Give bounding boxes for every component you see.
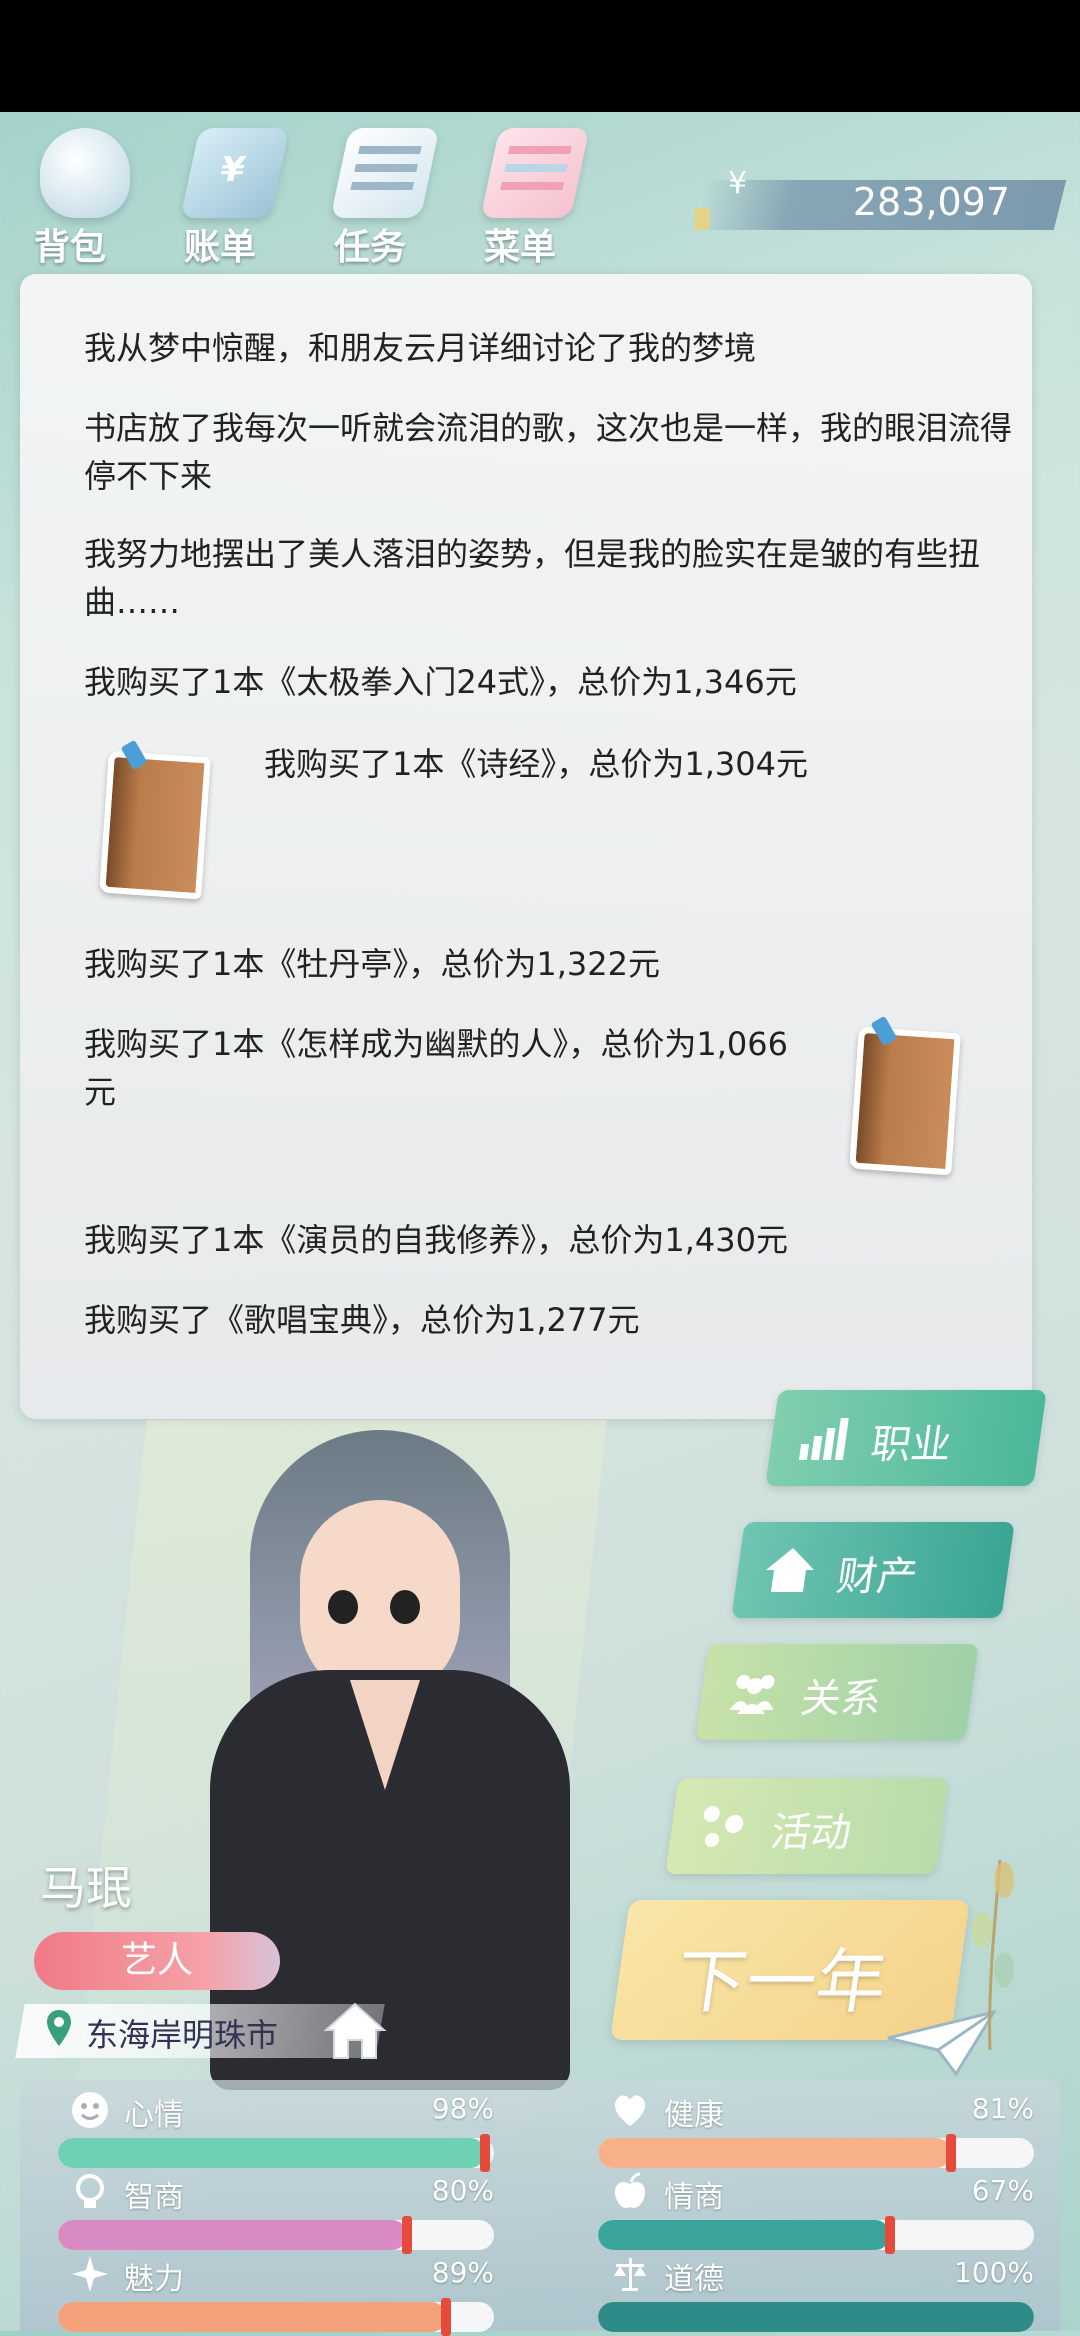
stat-knob — [401, 2216, 412, 2254]
event-line: 书店放了我每次一听就会流泪的歌，这次也是一样，我的眼泪流得停不下来 — [84, 409, 1013, 495]
stat-morality: 道德 100% — [598, 2250, 1034, 2332]
nav-task-button[interactable]: 任务 — [300, 122, 440, 272]
event-line: 我购买了1本《牡丹亭》，总价为1,322元 — [84, 945, 660, 983]
location-text: 东海岸明珠市 — [86, 2016, 279, 2054]
nav-menu-label: 菜单 — [484, 227, 557, 268]
status-bar — [0, 0, 1080, 112]
nav-menu-button[interactable]: 菜单 — [450, 122, 590, 272]
nav-bill-label: 账单 — [184, 227, 257, 268]
stat-knob — [480, 2134, 491, 2172]
stat-eq: 情商 67% — [598, 2168, 1034, 2254]
smile-icon — [72, 2092, 108, 2128]
menu-icon — [480, 128, 590, 218]
activity-button[interactable]: 活动 — [665, 1778, 949, 1874]
assets-label: 财产 — [833, 1554, 921, 1600]
bag-icon — [40, 128, 130, 218]
stat-fill — [598, 2138, 952, 2168]
event-line: 我购买了《歌唱宝典》，总价为1,277元 — [84, 1301, 640, 1339]
task-icon — [330, 128, 440, 218]
home-icon[interactable] — [322, 2000, 388, 2062]
character-name: 马珉 — [40, 1861, 132, 1915]
location-pin-icon — [47, 2010, 71, 2046]
bulb-icon — [76, 2174, 104, 2208]
event-line: 我购买了1本《太极拳入门24式》，总价为1,346元 — [84, 663, 797, 701]
event-line: 我购买了1本《怎样成为幽默的人》，总价为1,066元 — [84, 1025, 788, 1111]
stat-iq: 智商 80% — [58, 2168, 494, 2254]
apple-icon — [614, 2172, 646, 2208]
event-log-panel[interactable]: 我从梦中惊醒，和朋友云月详细讨论了我的梦境 书店放了我每次一听就会流泪的歌，这次… — [20, 274, 1032, 1419]
activity-label: 活动 — [767, 1810, 855, 1856]
assets-button[interactable]: 财产 — [731, 1522, 1015, 1618]
leaf-decoration-icon — [972, 1859, 1014, 2050]
relation-label: 关系 — [797, 1676, 885, 1722]
event-line: 我努力地摆出了美人落泪的姿势，但是我的脸实在是皱的有些扭曲…… — [84, 535, 981, 621]
nav-task-label: 任务 — [334, 227, 407, 268]
stat-charm: 魅力 89% — [58, 2250, 494, 2336]
book-icon — [849, 1015, 961, 1176]
next-year-label: 下一年 — [670, 1941, 893, 2023]
nav-bag-label: 背包 — [34, 227, 107, 268]
stat-fill — [58, 2220, 407, 2250]
stat-fill — [598, 2220, 891, 2250]
stat-knob — [885, 2216, 896, 2254]
yen-icon: ¥ — [728, 166, 748, 201]
nav-bag-button[interactable]: 背包 — [0, 122, 140, 272]
career-label: 职业 — [867, 1422, 955, 1468]
stat-mood: 心情 98% — [58, 2086, 494, 2172]
chart-icon — [798, 1418, 849, 1460]
stat-fill — [58, 2302, 447, 2332]
heart-icon — [614, 2095, 646, 2126]
stat-fill — [58, 2138, 486, 2168]
scale-icon — [614, 2258, 646, 2291]
stat-knob — [441, 2298, 452, 2336]
activity-icon — [703, 1806, 744, 1847]
book-icon — [99, 739, 211, 900]
house-icon — [766, 1548, 814, 1592]
event-line: 我购买了1本《诗经》，总价为1,304元 — [264, 745, 808, 783]
career-button[interactable]: 职业 — [765, 1390, 1047, 1486]
money-value: 283,097 — [852, 180, 1010, 224]
bill-icon — [180, 128, 290, 218]
event-line: 我购买了1本《演员的自我修养》，总价为1,430元 — [84, 1221, 788, 1259]
character-avatar[interactable] — [210, 1430, 570, 2090]
stat-knob — [946, 2134, 957, 2172]
stat-health: 健康 81% — [598, 2086, 1034, 2172]
event-line: 我从梦中惊醒，和朋友云月详细讨论了我的梦境 — [84, 329, 757, 367]
sparkle-icon — [72, 2256, 108, 2292]
coin-icon — [694, 208, 710, 230]
job-badge: 艺人 — [34, 1932, 280, 1990]
relation-button[interactable]: 关系 — [695, 1644, 979, 1740]
stat-fill — [598, 2302, 1034, 2332]
people-icon — [729, 1675, 775, 1714]
nav-bill-button[interactable]: 账单 — [150, 122, 290, 272]
